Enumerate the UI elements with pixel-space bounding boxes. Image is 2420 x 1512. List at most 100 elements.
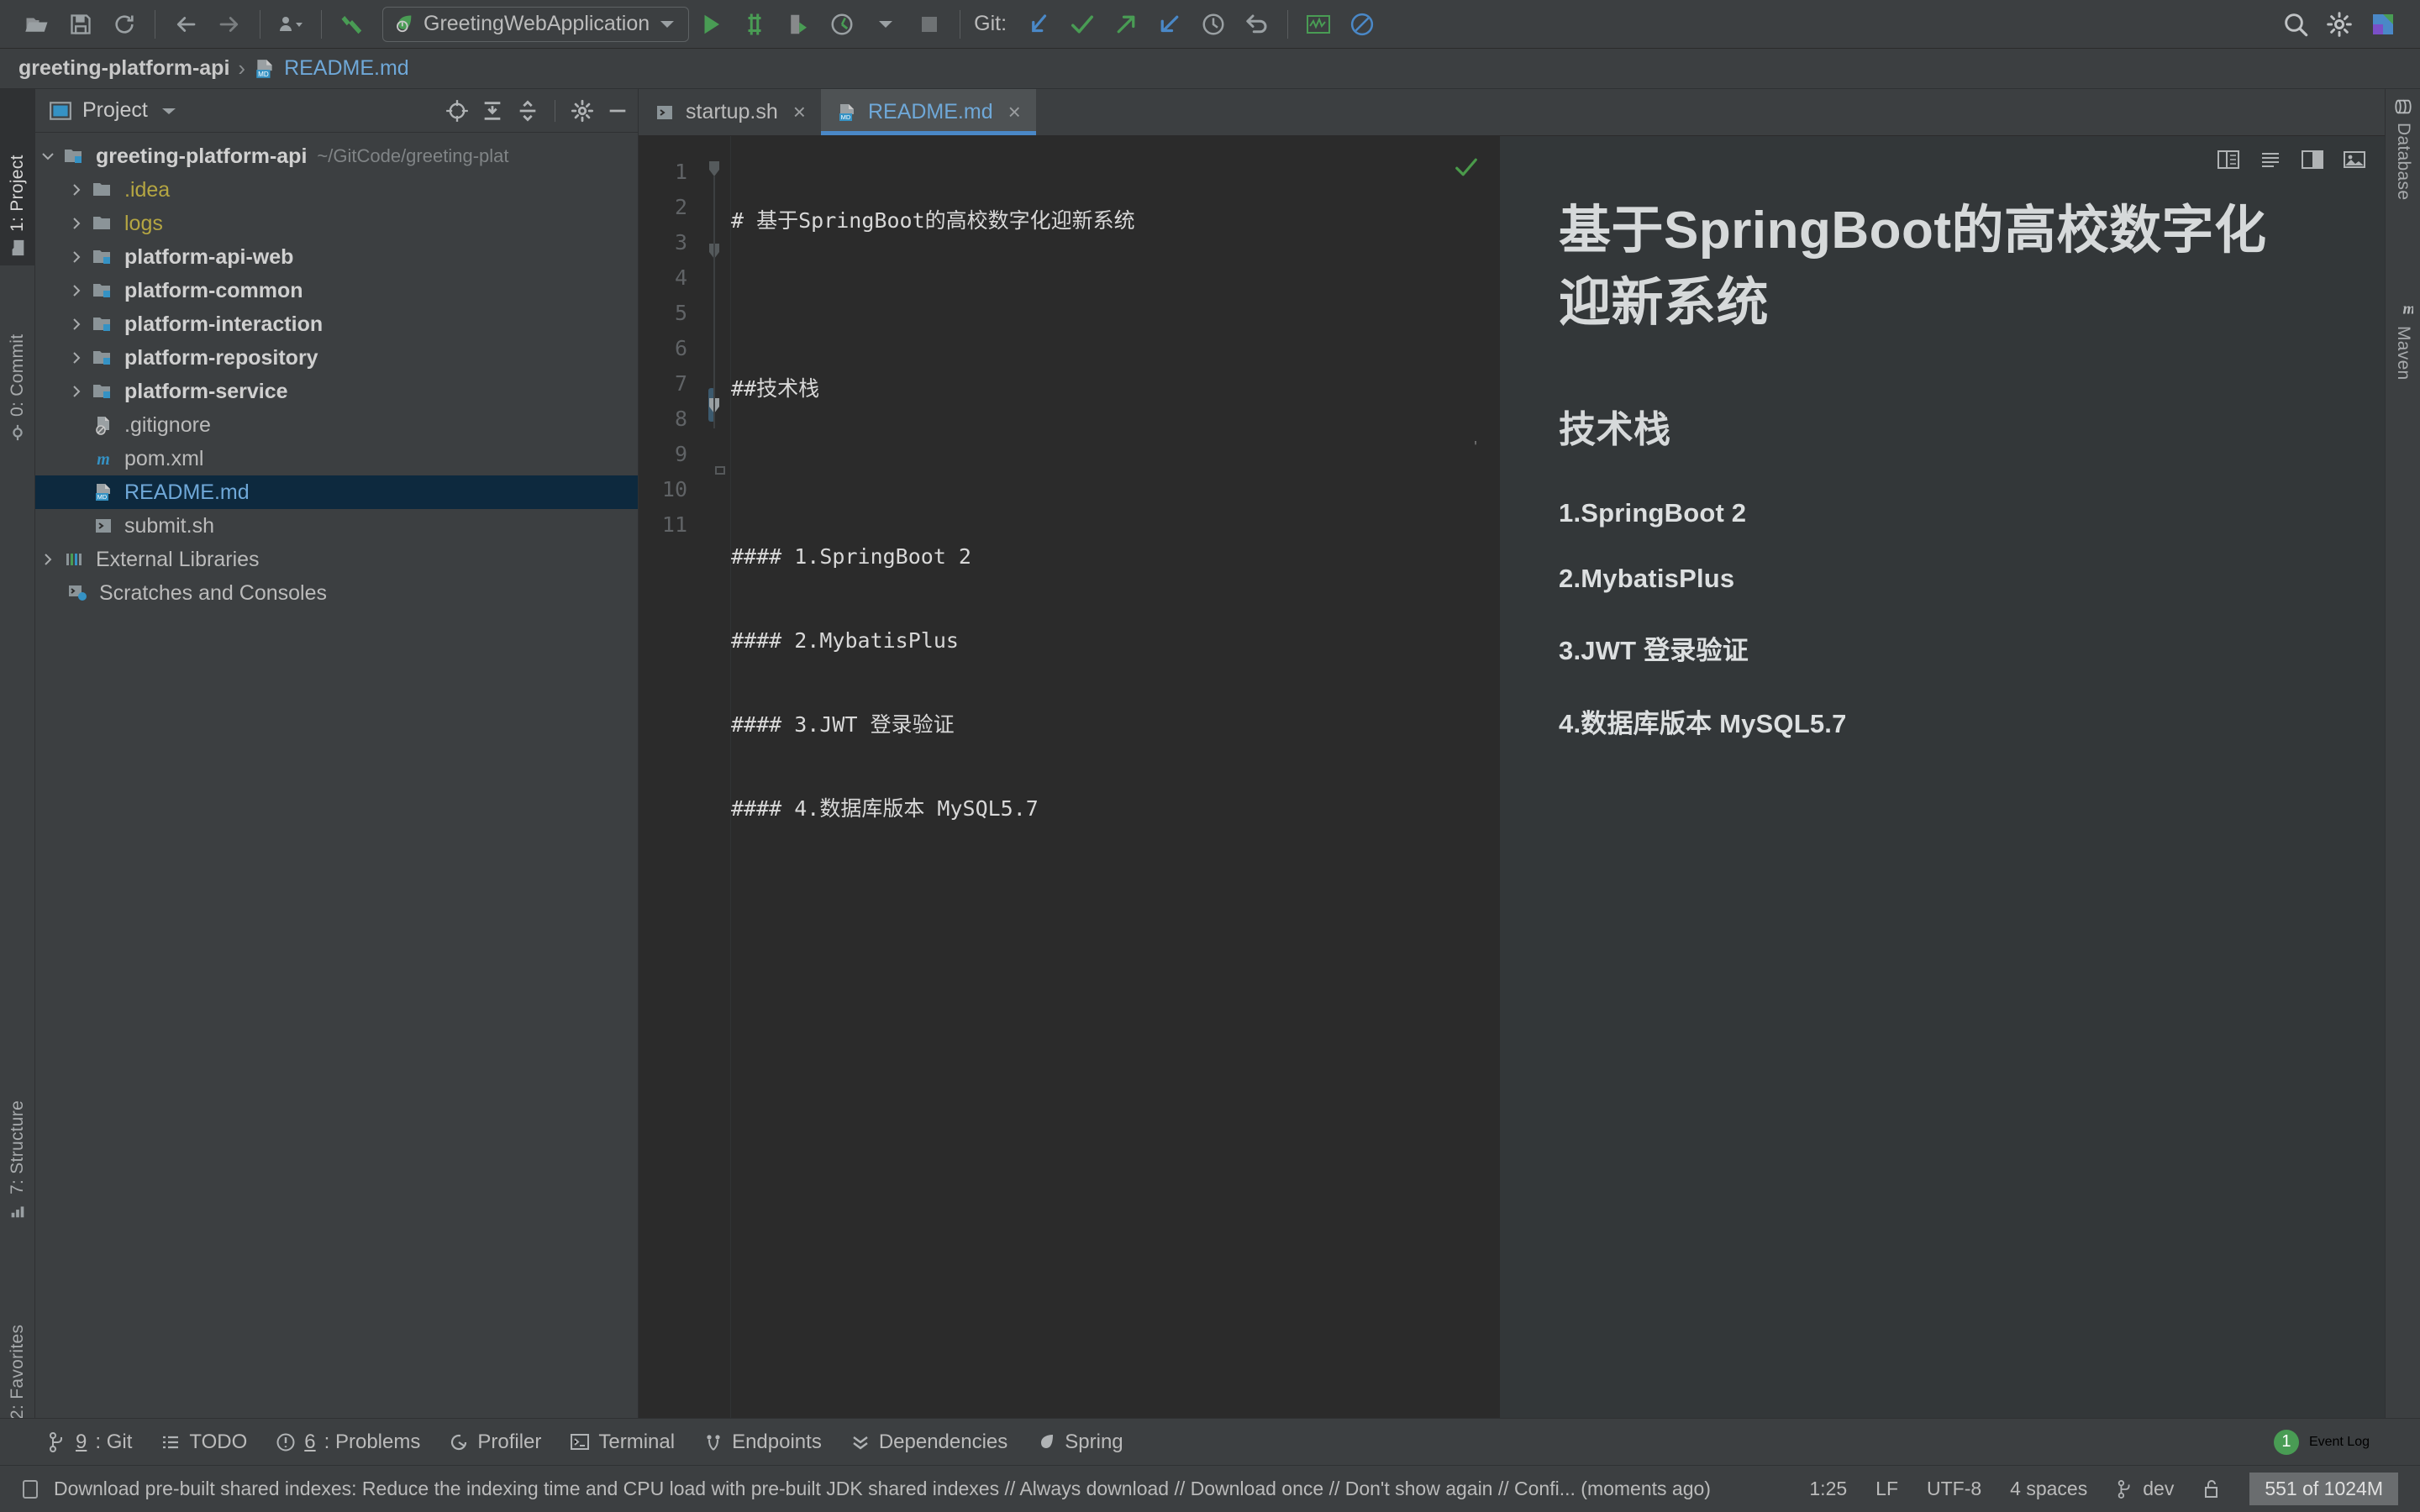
ide-logo-icon[interactable] — [2365, 6, 2402, 43]
tree-row[interactable]: platform-interaction — [35, 307, 638, 341]
twisty-right-icon[interactable] — [64, 384, 89, 399]
spring-leaf-icon — [1036, 1432, 1056, 1452]
tree-row[interactable]: External Libraries — [35, 543, 638, 576]
debug-bug-icon[interactable] — [736, 6, 773, 43]
gear-icon[interactable] — [571, 99, 594, 123]
search-icon[interactable] — [2277, 6, 2314, 43]
back-arrow-icon[interactable] — [167, 6, 204, 43]
unlocked-icon[interactable] — [2202, 1478, 2221, 1500]
line-number: 5 — [674, 301, 687, 325]
tree-row[interactable]: platform-service — [35, 375, 638, 408]
inspection-widget-icon[interactable] — [1300, 6, 1337, 43]
twisty-right-icon[interactable] — [35, 552, 60, 567]
tool-window-todo-label: TODO — [189, 1430, 248, 1453]
tree-row[interactable]: greeting-platform-api ~/GitCode/greeting… — [35, 139, 638, 173]
editor-only-icon[interactable] — [2259, 149, 2282, 171]
sidebar-item-structure[interactable]: 7: Structure — [0, 1010, 35, 1228]
open-folder-icon[interactable] — [18, 6, 55, 43]
user-dropdown-icon[interactable] — [272, 6, 309, 43]
breadcrumb-project[interactable]: greeting-platform-api — [18, 56, 229, 81]
tree-row[interactable]: platform-api-web — [35, 240, 638, 274]
tool-window-problems[interactable]: 6: Problems — [276, 1431, 420, 1454]
run-play-icon[interactable] — [692, 6, 729, 43]
history-clock-icon[interactable] — [1195, 6, 1232, 43]
rollback-undo-icon[interactable] — [1239, 6, 1276, 43]
twisty-right-icon[interactable] — [64, 249, 89, 265]
locate-target-icon[interactable] — [445, 99, 469, 123]
build-hammer-icon[interactable] — [334, 6, 371, 43]
twisty-right-icon[interactable] — [64, 216, 89, 231]
sync-icon[interactable] — [106, 6, 143, 43]
twisty-right-icon[interactable] — [64, 182, 89, 197]
gear-icon[interactable] — [2321, 6, 2358, 43]
close-icon[interactable]: × — [793, 99, 806, 125]
sidebar-item-database[interactable]: Database — [2386, 89, 2420, 282]
close-icon[interactable]: × — [1008, 99, 1021, 125]
markdown-source-pane: 1 2 3 4 5 6 7 8 9 10 11 # 基于SpringBoot的高… — [639, 136, 1499, 1455]
hide-minus-icon[interactable] — [606, 99, 629, 123]
sidebar-item-commit[interactable]: 0: Commit — [0, 270, 35, 450]
split-view-icon[interactable] — [2217, 149, 2240, 171]
preview-only-icon[interactable] — [2343, 149, 2366, 171]
stop-square-icon[interactable] — [911, 6, 948, 43]
twisty-down-icon[interactable] — [35, 149, 60, 164]
twisty-right-icon[interactable] — [64, 283, 89, 298]
twisty-right-icon[interactable] — [64, 350, 89, 365]
code-folding-strip[interactable] — [697, 136, 731, 1455]
memory-indicator[interactable]: 551 of 1024M — [2249, 1473, 2398, 1505]
spring-boot-leaf-icon — [392, 13, 415, 36]
svg-text:MD: MD — [841, 113, 851, 121]
run-with-coverage-icon[interactable] — [780, 6, 817, 43]
tree-row[interactable]: platform-repository — [35, 341, 638, 375]
line-number-gutter: 1 2 3 4 5 6 7 8 9 10 11 — [639, 136, 697, 1455]
tool-window-profiler[interactable]: Profiler — [449, 1431, 541, 1454]
green-check-icon[interactable] — [1454, 155, 1479, 180]
file-encoding[interactable]: UTF-8 — [1927, 1478, 1981, 1500]
source-text[interactable]: # 基于SpringBoot的高校数字化迎新系统 ##技术栈 #### 1.Sp… — [731, 136, 1499, 1455]
notification-icon[interactable] — [20, 1478, 40, 1500]
tree-row[interactable]: m pom.xml — [35, 442, 638, 475]
forward-arrow-icon[interactable] — [211, 6, 248, 43]
tool-window-git[interactable]: 9: Git — [47, 1431, 132, 1454]
push-arrow-icon[interactable] — [1107, 6, 1144, 43]
event-log-button[interactable]: 1 Event Log — [2273, 1429, 2420, 1455]
tree-row[interactable]: submit.sh — [35, 509, 638, 543]
status-message[interactable]: Download pre-built shared indexes: Reduc… — [54, 1478, 1711, 1500]
indent-setting[interactable]: 4 spaces — [2010, 1478, 2087, 1500]
profiler-dropdown-icon[interactable] — [867, 6, 904, 43]
chevron-down-icon[interactable] — [160, 105, 178, 117]
twisty-right-icon[interactable] — [64, 317, 89, 332]
toolbar-divider-3 — [321, 9, 322, 39]
tool-window-todo[interactable]: TODO — [160, 1431, 247, 1454]
git-branch-widget[interactable]: dev — [2116, 1478, 2174, 1500]
save-icon[interactable] — [62, 6, 99, 43]
tree-row[interactable]: platform-common — [35, 274, 638, 307]
tree-row[interactable]: .gitignore — [35, 408, 638, 442]
breadcrumb-file[interactable]: README.md — [284, 56, 409, 81]
sidebar-item-project[interactable]: 1: Project — [0, 89, 35, 265]
tab-startup-sh[interactable]: startup.sh × — [639, 89, 821, 135]
tool-window-dependencies[interactable]: Dependencies — [850, 1431, 1007, 1454]
no-entry-icon[interactable] — [1344, 6, 1381, 43]
commit-check-icon[interactable] — [1064, 6, 1101, 43]
caret-position[interactable]: 1:25 — [1809, 1478, 1847, 1500]
tool-window-spring[interactable]: Spring — [1036, 1431, 1123, 1454]
tree-row-readme[interactable]: MD README.md — [35, 475, 638, 509]
editor-and-preview-icon[interactable] — [2301, 149, 2324, 171]
tree-row[interactable]: .idea — [35, 173, 638, 207]
tool-window-terminal[interactable]: Terminal — [570, 1431, 675, 1454]
expand-all-icon[interactable] — [481, 99, 504, 123]
tree-item-label: logs — [124, 211, 163, 235]
line-separator[interactable]: LF — [1876, 1478, 1898, 1500]
tab-readme-md[interactable]: MD README.md × — [820, 89, 1036, 135]
update-project-icon[interactable] — [1020, 6, 1057, 43]
collapse-all-icon[interactable] — [516, 99, 539, 123]
tool-window-endpoints[interactable]: Endpoints — [703, 1431, 822, 1454]
code-body[interactable]: 1 2 3 4 5 6 7 8 9 10 11 # 基于SpringBoot的高… — [639, 136, 1499, 1455]
tree-row[interactable]: logs — [35, 207, 638, 240]
pull-arrow-icon[interactable] — [1151, 6, 1188, 43]
run-configuration-selector[interactable]: GreetingWebApplication — [382, 6, 690, 42]
sidebar-item-maven[interactable]: m Maven — [2386, 291, 2420, 450]
profiler-clock-icon[interactable] — [823, 6, 860, 43]
tree-row[interactable]: Scratches and Consoles — [35, 576, 638, 610]
